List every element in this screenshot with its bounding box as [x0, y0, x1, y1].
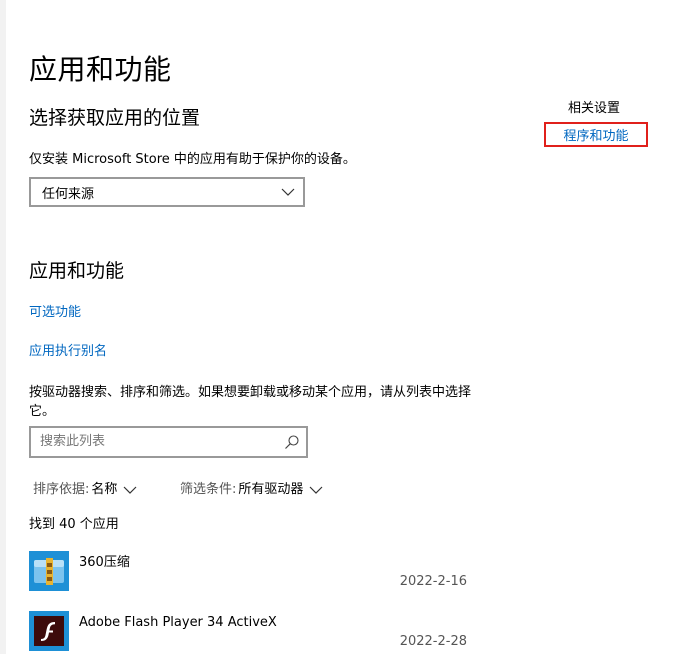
related-settings-heading: 相关设置 [568, 101, 621, 116]
optional-features-link[interactable]: 可选功能 [29, 304, 81, 322]
chevron-down-icon [123, 486, 137, 494]
install-location-description: 仅安装 Microsoft Store 中的应用有助于保护你的设备。 [29, 152, 356, 167]
list-item[interactable]: Adobe Flash Player 34 ActiveX 2022-2-28 [29, 611, 479, 655]
sort-by-label: 排序依据: [33, 482, 90, 497]
app-source-dropdown[interactable]: 任何来源 [29, 177, 305, 207]
chevron-down-icon [309, 486, 323, 494]
install-location-heading: 选择获取应用的位置 [29, 107, 201, 129]
filter-by-dropdown[interactable]: 筛选条件: 所有驱动器 [180, 481, 323, 499]
app-name: 360压缩 [79, 555, 130, 570]
apps-features-heading: 应用和功能 [29, 260, 125, 282]
app-install-date: 2022-2-16 [399, 574, 467, 589]
search-box[interactable] [29, 426, 308, 458]
window-edge [0, 0, 6, 654]
app-execution-alias-link[interactable]: 应用执行别名 [29, 343, 107, 361]
filter-by-value: 所有驱动器 [238, 482, 304, 497]
programs-and-features-link[interactable]: 程序和功能 [544, 122, 648, 147]
flash-icon [29, 611, 69, 651]
app-name: Adobe Flash Player 34 ActiveX [79, 615, 277, 630]
search-input[interactable] [40, 428, 270, 454]
filter-by-label: 筛选条件: [180, 482, 237, 497]
search-icon[interactable] [284, 434, 300, 450]
sort-by-dropdown[interactable]: 排序依据: 名称 [33, 481, 137, 499]
list-item[interactable]: 360压缩 2022-2-16 [29, 551, 479, 595]
app-install-date: 2022-2-28 [399, 634, 467, 649]
app-source-dropdown-value: 任何来源 [42, 186, 95, 202]
apps-count: 找到 40 个应用 [29, 517, 119, 532]
page-title: 应用和功能 [29, 53, 172, 86]
360zip-icon [29, 551, 69, 591]
chevron-down-icon [281, 188, 295, 196]
sort-by-value: 名称 [91, 482, 118, 497]
apps-list-description: 按驱动器搜索、排序和筛选。如果想要卸载或移动某个应用，请从列表中选择它。 [29, 385, 472, 419]
